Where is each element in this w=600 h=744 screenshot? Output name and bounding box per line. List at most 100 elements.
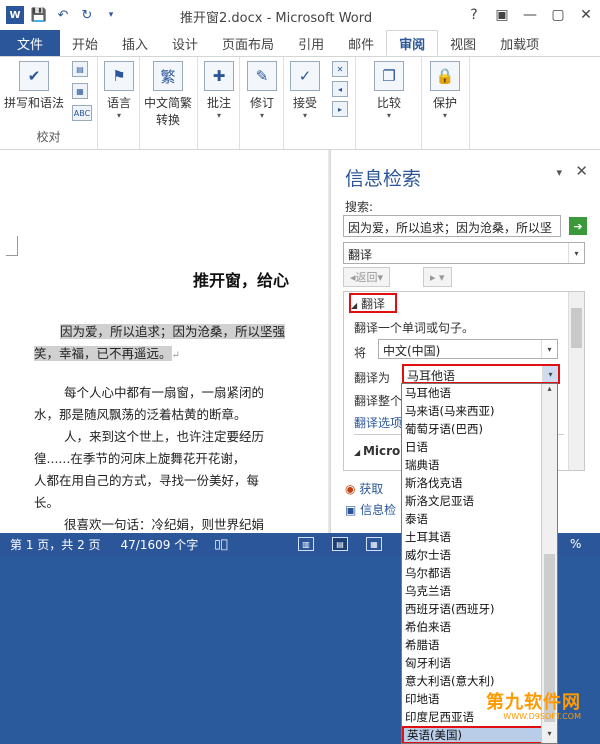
page-indicator[interactable]: 第 1 页，共 2 页: [10, 536, 101, 553]
pane-close-icon[interactable]: ✕: [575, 162, 588, 180]
track-changes-button[interactable]: ✎ 修订 ▾: [247, 61, 277, 120]
from-language-select[interactable]: 中文(中国) ▾: [378, 339, 558, 359]
proofing-status-icon[interactable]: ▯⃞: [214, 537, 228, 551]
doc-line-6[interactable]: 徨......在季节的河床上旋舞花开花谢，: [34, 448, 245, 467]
language-option[interactable]: 斯洛文尼亚语: [402, 492, 557, 510]
research-icon[interactable]: ▤: [72, 61, 88, 77]
pane-options-icon[interactable]: ▾: [556, 166, 562, 179]
protect-caret-icon: ▾: [442, 111, 447, 120]
doc-line-7[interactable]: 人都在用自己的方式，寻找一份美好，每: [34, 470, 259, 489]
translate-section-header[interactable]: ◢ 翻译: [349, 293, 397, 313]
translate-document-text[interactable]: 翻译整个: [354, 392, 402, 409]
forward-button[interactable]: ▸ ▾: [423, 267, 452, 287]
maximize-button[interactable]: ▢: [544, 0, 572, 30]
save-icon[interactable]: 💾: [30, 6, 48, 24]
tab-home[interactable]: 开始: [60, 30, 110, 56]
ribbon-display-button[interactable]: ▣: [488, 0, 516, 30]
reject-icon[interactable]: ✕: [332, 61, 348, 77]
chinese-convert-label: 中文简繁: [144, 96, 193, 110]
language-option[interactable]: 斯洛伐克语: [402, 474, 557, 492]
read-mode-icon[interactable]: ▥: [298, 537, 314, 551]
compare-label: 比较: [376, 96, 401, 110]
research-options-row[interactable]: ▣ 信息检: [345, 501, 396, 518]
accept-button[interactable]: ✓ 接受 ▾: [290, 61, 320, 120]
doc-line-3[interactable]: 每个人心中都有一扇窗，一扇紧闭的: [64, 382, 264, 401]
to-language-select[interactable]: 马耳他语 ▾: [402, 364, 560, 384]
results-scroll-thumb[interactable]: [571, 308, 582, 348]
document-page[interactable]: 推开窗，给心 因为爱，所以追求；因为沧桑，所以坚强 笑，幸福，已不再遥远。↵ 每…: [0, 150, 328, 533]
language-option[interactable]: 马耳他语: [402, 384, 557, 402]
redo-icon[interactable]: ↻: [78, 6, 96, 24]
language-option[interactable]: 土耳其语: [402, 528, 557, 546]
service-dropdown[interactable]: 翻译 ▾: [343, 242, 585, 264]
language-option[interactable]: 马来语(马来西亚): [402, 402, 557, 420]
previous-change-icon[interactable]: ◂: [332, 81, 348, 97]
language-option[interactable]: 瑞典语: [402, 456, 557, 474]
back-button[interactable]: ◂ 返回 ▾: [343, 267, 391, 287]
language-option[interactable]: 希伯来语: [402, 618, 557, 636]
tab-page-layout[interactable]: 页面布局: [210, 30, 286, 56]
language-option[interactable]: 西班牙语(西班牙): [402, 600, 557, 618]
to-language-arrow-icon[interactable]: ▾: [542, 366, 558, 382]
group-tracking: ✎ 修订 ▾: [240, 57, 284, 149]
customize-qat-icon[interactable]: ▾: [102, 6, 120, 24]
web-layout-icon[interactable]: ▦: [366, 537, 382, 551]
tab-file[interactable]: 文件: [0, 30, 60, 56]
language-option[interactable]: 葡萄牙语(巴西): [402, 420, 557, 438]
minimize-button[interactable]: —: [516, 0, 544, 30]
chinese-convert-button[interactable]: 繁 中文简繁 转换: [144, 61, 192, 128]
tab-references[interactable]: 引用: [286, 30, 336, 56]
group-chinese: 繁 中文简繁 转换: [140, 57, 198, 149]
globe-icon: ◉: [345, 482, 360, 496]
undo-icon[interactable]: ↶: [54, 6, 72, 24]
language-option[interactable]: 英语(美国): [402, 726, 557, 743]
start-search-icon[interactable]: ➔: [569, 217, 587, 235]
print-layout-icon[interactable]: ▤: [332, 537, 348, 551]
tab-addins[interactable]: 加载项: [488, 30, 551, 56]
tab-design[interactable]: 设计: [160, 30, 210, 56]
service-dropdown-arrow-icon[interactable]: ▾: [568, 243, 584, 263]
search-label: 搜索:: [345, 200, 374, 214]
language-option[interactable]: 匈牙利语: [402, 654, 557, 672]
microsoft-translator-header[interactable]: ◢ Micro: [354, 444, 400, 458]
language-option[interactable]: 希腊语: [402, 636, 557, 654]
close-button[interactable]: ✕: [572, 0, 600, 30]
spelling-button[interactable]: ✔ 拼写和语法: [4, 61, 64, 111]
language-option[interactable]: 乌克兰语: [402, 582, 557, 600]
language-option[interactable]: 威尔士语: [402, 546, 557, 564]
compare-button[interactable]: ❐ 比较 ▾: [374, 61, 404, 120]
help-button[interactable]: ?: [460, 0, 488, 30]
next-change-icon[interactable]: ▸: [332, 101, 348, 117]
spelling-check-icon: ✔: [19, 61, 49, 91]
language-option[interactable]: 乌尔都语: [402, 564, 557, 582]
results-scrollbar[interactable]: [568, 292, 584, 470]
language-option[interactable]: 日语: [402, 438, 557, 456]
scroll-down-icon[interactable]: ▾: [542, 729, 557, 743]
tab-review[interactable]: 审阅: [386, 30, 439, 56]
language-option[interactable]: 泰语: [402, 510, 557, 528]
document-title[interactable]: 推开窗，给心: [193, 267, 289, 291]
translate-options-link[interactable]: 翻译选项: [354, 414, 402, 431]
comment-button[interactable]: ✚ 批注 ▾: [204, 61, 234, 120]
protect-label: 保护: [432, 96, 457, 110]
doc-line-4[interactable]: 水，那是随风飘荡的泛着枯黄的断章。: [34, 404, 247, 423]
doc-line-1[interactable]: 因为爱，所以追求；因为沧桑，所以坚强: [60, 321, 286, 340]
language-button[interactable]: ⚑ 语言 ▾: [104, 61, 134, 120]
doc-line-8[interactable]: 长。: [34, 492, 59, 511]
tab-insert[interactable]: 插入: [110, 30, 160, 56]
get-services-row[interactable]: ◉ 获取: [345, 480, 383, 497]
zoom-level[interactable]: %: [570, 537, 581, 551]
doc-line-9[interactable]: 很喜欢一句话：冷纪娟，则世界纪娟: [64, 514, 264, 533]
doc-line-5[interactable]: 人，来到这个世上，也许注定要经历: [64, 426, 264, 445]
tab-view[interactable]: 视图: [438, 30, 488, 56]
from-language-arrow-icon[interactable]: ▾: [541, 340, 557, 358]
word-count-indicator[interactable]: 47/1609 个字: [121, 536, 199, 553]
doc-line-2[interactable]: 笑，幸福，已不再遥远。↵: [34, 343, 180, 362]
word-count-icon[interactable]: ABC: [72, 105, 92, 121]
search-input[interactable]: 因为爱，所以追求；因为沧桑，所以坚: [343, 215, 561, 237]
scroll-up-icon[interactable]: ▴: [542, 384, 557, 398]
tab-mailings[interactable]: 邮件: [336, 30, 386, 56]
group-protect: 🔒 保护 ▾: [422, 57, 470, 149]
thesaurus-icon[interactable]: ▦: [72, 83, 88, 99]
protect-button[interactable]: 🔒 保护 ▾: [430, 61, 460, 120]
